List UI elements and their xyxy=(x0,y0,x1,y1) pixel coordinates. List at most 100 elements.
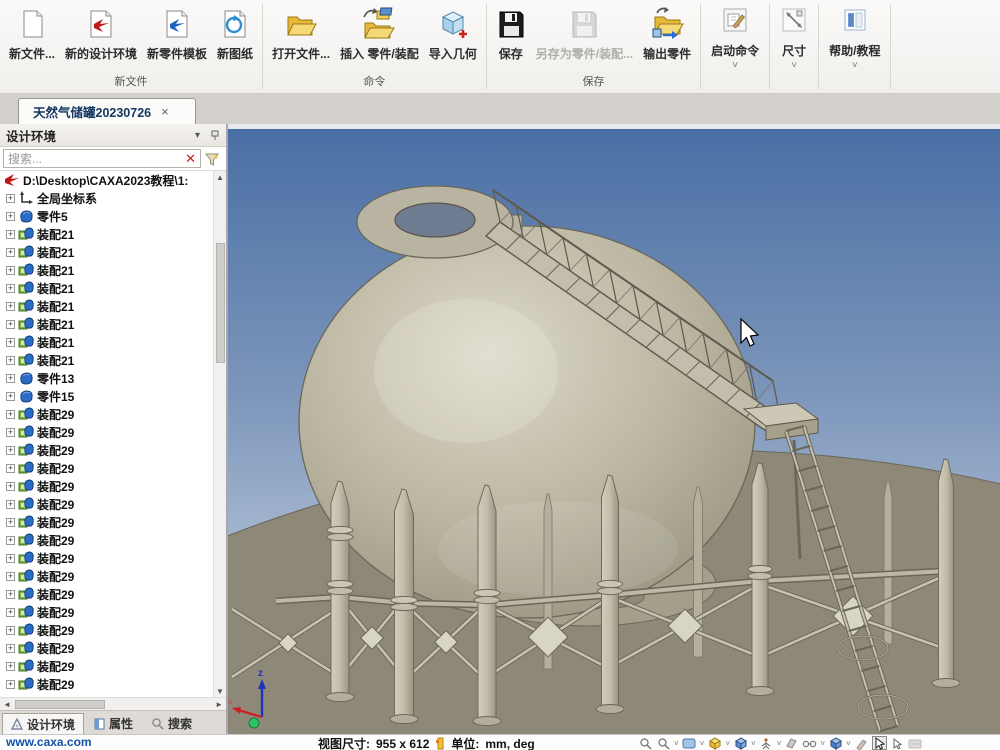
scroll-right-icon[interactable]: ► xyxy=(215,700,223,709)
insert-part-button[interactable]: 插入 零件/装配 xyxy=(335,2,424,64)
expand-icon[interactable]: + xyxy=(6,680,15,689)
tree-item-12[interactable]: +零件15 xyxy=(0,387,213,405)
expand-icon[interactable]: + xyxy=(6,608,15,617)
expand-icon[interactable]: + xyxy=(6,338,15,347)
expand-icon[interactable]: + xyxy=(6,374,15,383)
select-cursor-icon[interactable] xyxy=(872,736,887,750)
import-geometry-button[interactable]: 导入几何 xyxy=(424,2,482,64)
tree-item-15[interactable]: +装配29 xyxy=(0,441,213,459)
tree-vertical-scrollbar[interactable]: ▲ ▼ xyxy=(213,171,226,697)
tree-item-1[interactable]: +全局坐标系 xyxy=(0,189,213,207)
render-mode-icon[interactable] xyxy=(707,736,722,750)
document-tab[interactable]: 天然气储罐20230726 × xyxy=(18,98,196,124)
new-part-template-button[interactable]: 新零件模板 xyxy=(142,2,212,64)
tree-item-root[interactable]: +D:\Desktop\CAXA2023教程\1: xyxy=(0,171,213,189)
clear-search-icon[interactable]: ✕ xyxy=(185,152,196,165)
tree-item-2[interactable]: +零件5 xyxy=(0,207,213,225)
tree-item-23[interactable]: +装配29 xyxy=(0,585,213,603)
expand-icon[interactable]: + xyxy=(6,428,15,437)
measure-icon[interactable] xyxy=(759,736,774,750)
section-view-icon[interactable] xyxy=(784,736,799,750)
expand-icon[interactable]: + xyxy=(6,482,15,491)
tree-item-7[interactable]: +装配21 xyxy=(0,297,213,315)
expand-icon[interactable]: + xyxy=(6,590,15,599)
expand-icon[interactable]: + xyxy=(6,320,15,329)
expand-icon[interactable]: + xyxy=(6,194,15,203)
expand-icon[interactable]: + xyxy=(6,536,15,545)
tree-item-14[interactable]: +装配29 xyxy=(0,423,213,441)
tab-design-environment[interactable]: 设计环境 xyxy=(2,713,84,734)
pin-icon[interactable] xyxy=(210,129,220,141)
tree-item-4[interactable]: +装配21 xyxy=(0,243,213,261)
scrollbar-thumb[interactable] xyxy=(15,700,105,709)
expand-icon[interactable]: + xyxy=(6,230,15,239)
help-tutorial-button[interactable]: 帮助/教程 ˅ xyxy=(819,0,890,93)
tree-item-24[interactable]: +装配29 xyxy=(0,603,213,621)
brush-icon[interactable] xyxy=(854,736,869,750)
view-orientation-icon[interactable] xyxy=(733,736,748,750)
zoom-in-icon[interactable] xyxy=(638,736,653,750)
expand-icon[interactable]: + xyxy=(6,212,15,221)
chevron-down-icon[interactable]: ˅ xyxy=(820,739,825,748)
caxa-link[interactable]: www.caxa.com xyxy=(6,735,92,749)
chevron-down-icon[interactable]: ˅ xyxy=(700,739,705,748)
expand-icon[interactable]: + xyxy=(6,302,15,311)
chevron-down-icon[interactable]: ˅ xyxy=(751,739,756,748)
new-design-env-button[interactable]: 新的设计环境 xyxy=(60,2,142,64)
dimensions-button[interactable]: 尺寸 ˅ xyxy=(770,0,818,93)
expand-icon[interactable]: + xyxy=(6,266,15,275)
panel-dropdown-icon[interactable]: ▾ xyxy=(195,130,200,141)
search-input[interactable]: 搜索... ✕ xyxy=(3,149,201,168)
expand-icon[interactable]: + xyxy=(6,662,15,671)
tree-item-10[interactable]: +装配21 xyxy=(0,351,213,369)
tree-item-8[interactable]: +装配21 xyxy=(0,315,213,333)
tree-item-18[interactable]: +装配29 xyxy=(0,495,213,513)
tree-item-27[interactable]: +装配29 xyxy=(0,657,213,675)
filter-funnel-icon[interactable] xyxy=(201,151,223,167)
tree-item-16[interactable]: +装配29 xyxy=(0,459,213,477)
scroll-up-icon[interactable]: ▲ xyxy=(216,171,224,183)
expand-icon[interactable]: + xyxy=(6,500,15,509)
tab-search[interactable]: 搜索 xyxy=(143,713,200,734)
tree-item-21[interactable]: +装配29 xyxy=(0,549,213,567)
tree-item-3[interactable]: +装配21 xyxy=(0,225,213,243)
tree-item-6[interactable]: +装配21 xyxy=(0,279,213,297)
3d-viewport[interactable]: z x xyxy=(228,124,1000,734)
launch-command-button[interactable]: 启动命令 ˅ xyxy=(701,0,769,93)
chevron-down-icon[interactable]: ˅ xyxy=(846,739,851,748)
chevron-down-icon[interactable]: ˅ xyxy=(725,739,730,748)
tree-item-13[interactable]: +装配29 xyxy=(0,405,213,423)
fit-view-icon[interactable] xyxy=(682,736,697,750)
tree-item-5[interactable]: +装配21 xyxy=(0,261,213,279)
zoom-options-icon[interactable] xyxy=(656,736,671,750)
tree-horizontal-scrollbar[interactable]: ◄ ► xyxy=(0,697,226,710)
scroll-left-icon[interactable]: ◄ xyxy=(3,700,11,709)
new-drawing-button[interactable]: 新图纸 xyxy=(212,2,258,64)
expand-icon[interactable]: + xyxy=(6,392,15,401)
new-file-button[interactable]: 新文件... xyxy=(4,2,60,64)
tree-item-17[interactable]: +装配29 xyxy=(0,477,213,495)
expand-icon[interactable]: + xyxy=(6,356,15,365)
save-button[interactable]: 保存 xyxy=(491,2,531,64)
chevron-down-icon[interactable]: ˅ xyxy=(674,739,679,748)
expand-icon[interactable]: + xyxy=(6,464,15,473)
expand-icon[interactable]: + xyxy=(6,446,15,455)
tree-item-9[interactable]: +装配21 xyxy=(0,333,213,351)
export-part-button[interactable]: 输出零件 xyxy=(638,2,696,64)
tree-item-19[interactable]: +装配29 xyxy=(0,513,213,531)
expand-icon[interactable]: + xyxy=(6,554,15,563)
open-file-button[interactable]: 打开文件... xyxy=(267,2,335,64)
tab-close-icon[interactable]: × xyxy=(161,104,169,119)
scrollbar-thumb[interactable] xyxy=(216,243,225,363)
chevron-down-icon[interactable]: ˅ xyxy=(777,739,782,748)
expand-icon[interactable]: + xyxy=(6,248,15,257)
tree-item-28[interactable]: +装配29 xyxy=(0,675,213,693)
tree-item-22[interactable]: +装配29 xyxy=(0,567,213,585)
tree-item-26[interactable]: +装配29 xyxy=(0,639,213,657)
expand-icon[interactable]: + xyxy=(6,626,15,635)
tab-properties[interactable]: 属性 xyxy=(86,713,141,734)
tree-item-20[interactable]: +装配29 xyxy=(0,531,213,549)
tree-item-11[interactable]: +零件13 xyxy=(0,369,213,387)
tank-sphere[interactable] xyxy=(299,226,755,618)
expand-icon[interactable]: + xyxy=(6,644,15,653)
